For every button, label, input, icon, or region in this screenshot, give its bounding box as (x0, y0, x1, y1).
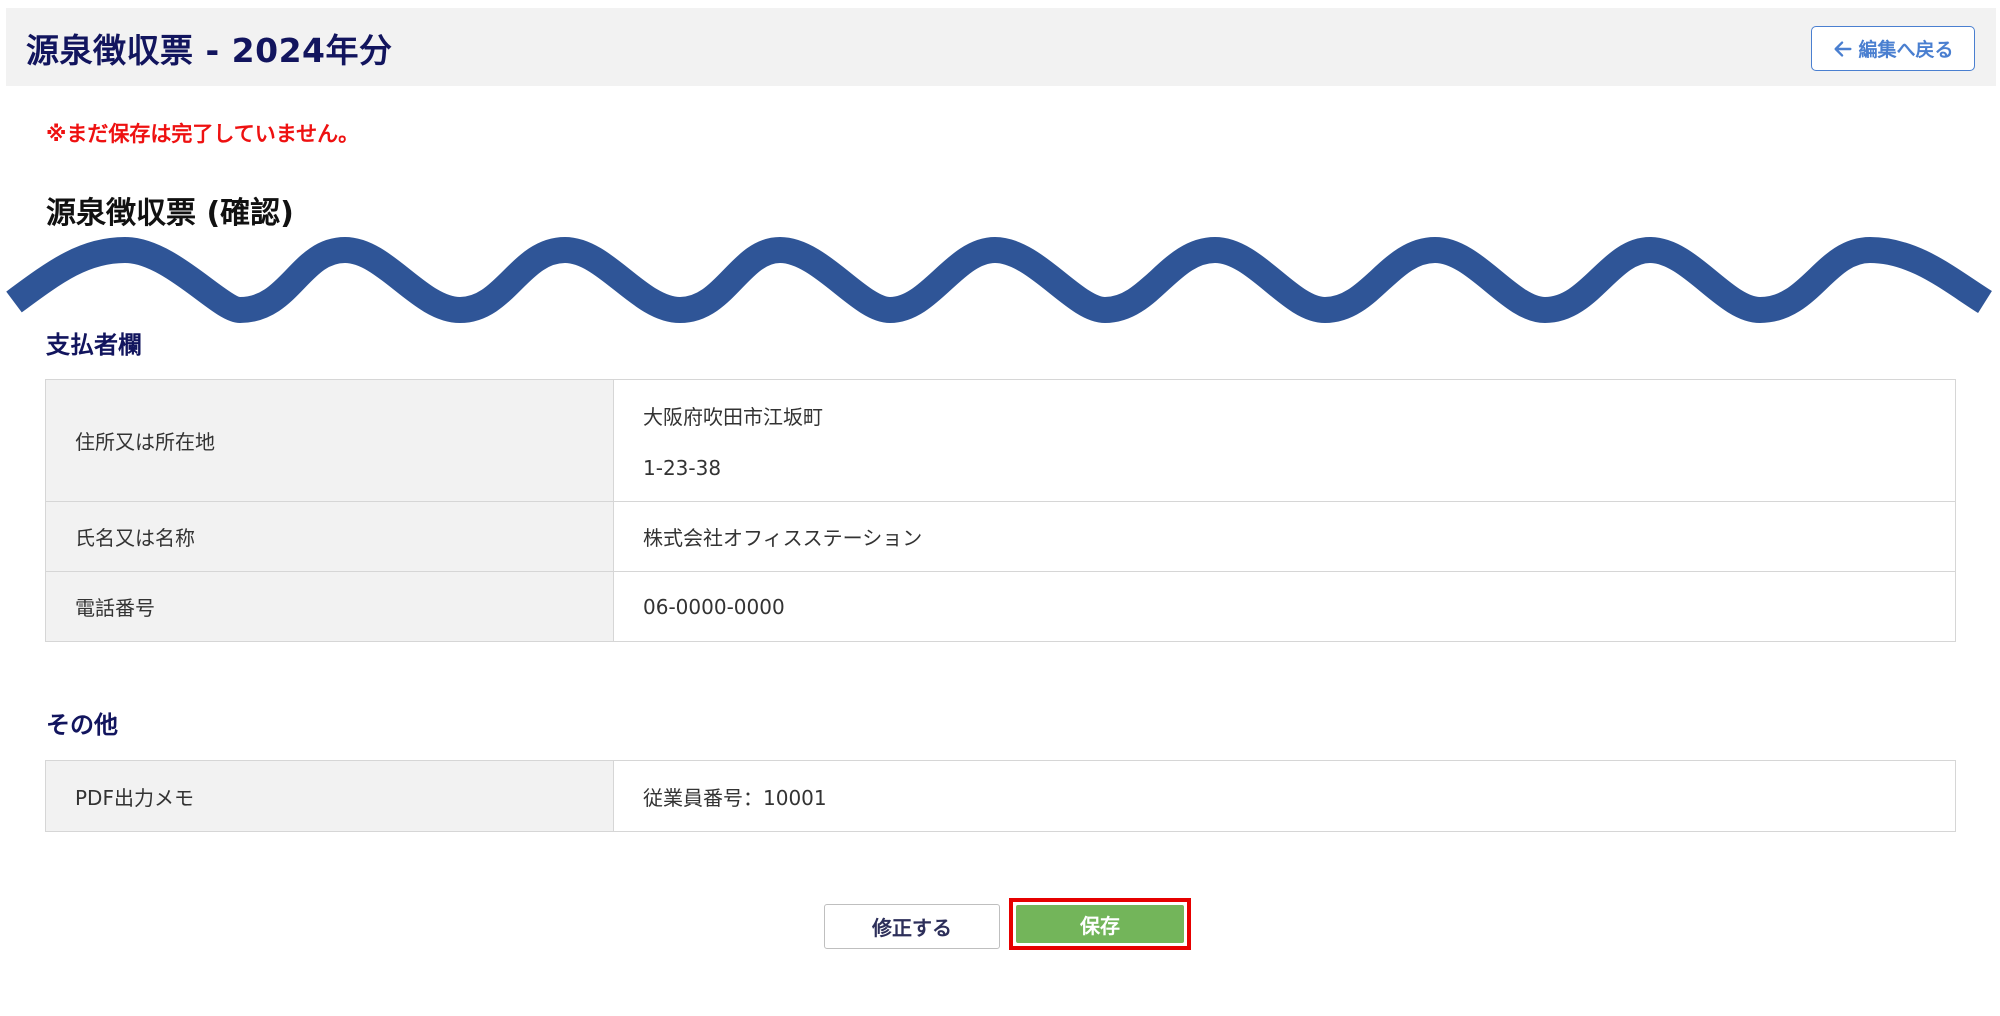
other-table: PDF出力メモ 従業員番号：10001 (45, 760, 1956, 832)
table-row: PDF出力メモ 従業員番号：10001 (46, 761, 1955, 831)
name-label: 氏名又は名称 (46, 502, 614, 571)
back-to-edit-button[interactable]: 編集へ戻る (1811, 26, 1975, 71)
name-value: 株式会社オフィスステーション (643, 526, 923, 550)
unsaved-warning: ※まだ保存は完了していません。 (46, 122, 360, 146)
pdf-memo-label: PDF出力メモ (46, 761, 614, 831)
page: 源泉徴収票 - 2024年分 編集へ戻る ※まだ保存は完了していません。 源泉徴… (0, 0, 2000, 1016)
address-line-1: 大阪府吹田市江坂町 (643, 405, 823, 429)
save-button[interactable]: 保存 (1016, 905, 1184, 943)
save-button-highlight: 保存 (1009, 898, 1191, 950)
wave-annotation (6, 236, 1992, 324)
payer-section-heading: 支払者欄 (46, 331, 142, 359)
fix-button[interactable]: 修正する (824, 904, 1000, 949)
table-row: 氏名又は名称 株式会社オフィスステーション (46, 501, 1955, 571)
arrow-left-icon (1834, 40, 1853, 57)
payer-table: 住所又は所在地 大阪府吹田市江坂町 1-23-38 氏名又は名称 株式会社オフィ… (45, 379, 1956, 642)
phone-value: 06-0000-0000 (643, 594, 785, 619)
pdf-memo-value: 従業員番号：10001 (643, 785, 827, 810)
back-to-edit-label: 編集へ戻る (1858, 39, 1954, 61)
address-label: 住所又は所在地 (46, 380, 614, 501)
table-row: 住所又は所在地 大阪府吹田市江坂町 1-23-38 (46, 380, 1955, 501)
address-line-2: 1-23-38 (643, 456, 722, 480)
address-value: 大阪府吹田市江坂町 1-23-38 (614, 380, 1955, 501)
page-title: 源泉徴収票 - 2024年分 (26, 31, 393, 70)
page-header: 源泉徴収票 - 2024年分 編集へ戻る (6, 8, 1996, 86)
table-row: 電話番号 06-0000-0000 (46, 571, 1955, 641)
phone-label: 電話番号 (46, 572, 614, 641)
other-section-heading: その他 (46, 711, 118, 739)
